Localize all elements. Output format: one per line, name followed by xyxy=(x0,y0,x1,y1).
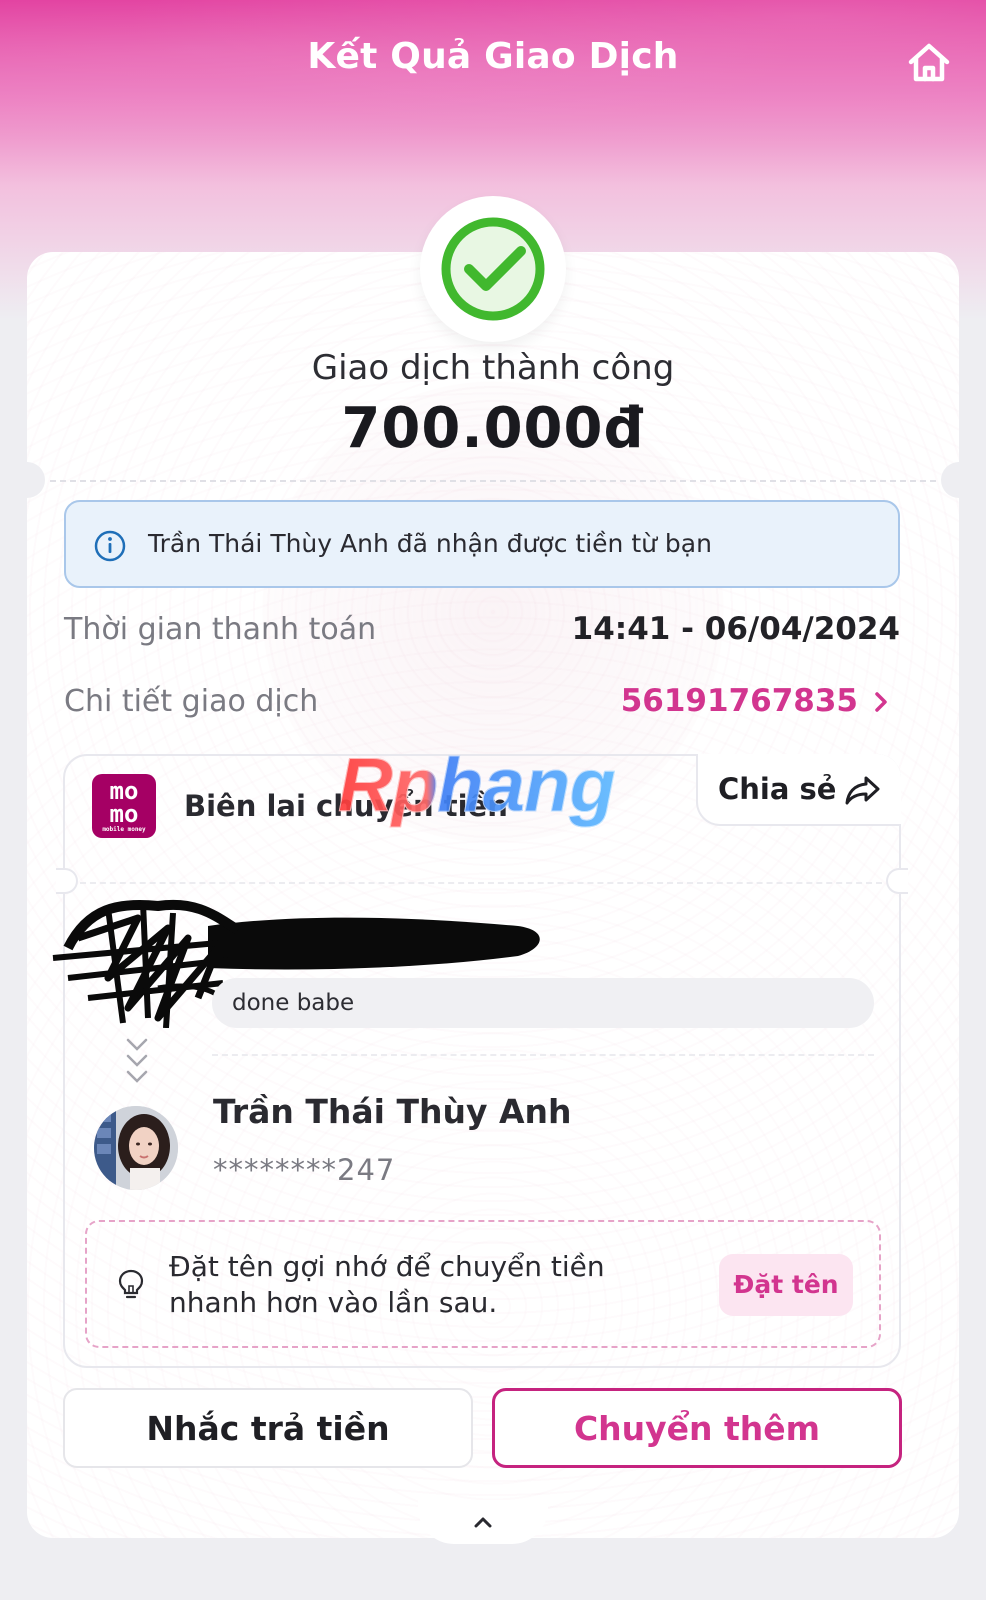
set-nickname-label: Đặt tên xyxy=(733,1270,839,1299)
success-badge xyxy=(420,196,566,342)
share-label: Chia sẻ xyxy=(718,772,837,806)
remind-payment-label: Nhắc trả tiền xyxy=(146,1409,390,1448)
momo-logo-subtext: mobile money xyxy=(102,826,146,833)
recipient-name: Trần Thái Thùy Anh xyxy=(213,1092,572,1131)
set-nickname-button[interactable]: Đặt tên xyxy=(719,1254,853,1316)
home-button[interactable] xyxy=(906,40,952,86)
chevron-right-icon[interactable] xyxy=(872,690,890,714)
receipt-divider xyxy=(212,1054,874,1056)
ticket-notch-right xyxy=(941,462,977,498)
chevron-up-icon[interactable] xyxy=(472,1514,494,1530)
message-text: done babe xyxy=(232,990,355,1016)
time-label: Thời gian thanh toán xyxy=(64,612,377,647)
transfer-more-label: Chuyển thêm xyxy=(573,1409,821,1448)
receipt-divider xyxy=(80,882,882,884)
tip-text: Đặt tên gợi nhớ để chuyển tiền xyxy=(169,1250,605,1283)
divider xyxy=(50,480,936,482)
avatar xyxy=(94,1106,178,1190)
momo-logo: mo mo mobile money xyxy=(92,774,156,838)
time-value: 14:41 - 06/04/2024 xyxy=(571,611,900,647)
message-bubble: done babe xyxy=(212,978,874,1028)
share-button[interactable]: Chia sẻ xyxy=(696,754,901,826)
home-icon xyxy=(908,43,950,82)
transaction-id-link[interactable]: 56191767835 xyxy=(621,683,858,719)
status-title: Giao dịch thành công xyxy=(311,348,675,388)
momo-logo-text: mo xyxy=(109,800,139,828)
transfer-more-button[interactable]: Chuyển thêm xyxy=(492,1388,902,1468)
share-arrow-icon xyxy=(845,776,880,805)
lightbulb-icon xyxy=(118,1269,144,1299)
info-banner: Trần Thái Thùy Anh đã nhận được tiền từ … xyxy=(64,500,900,588)
ticket-notch-left xyxy=(9,462,45,498)
recipient-photo xyxy=(94,1106,178,1190)
receipt-notch-right xyxy=(886,868,908,894)
transaction-detail-label: Chi tiết giao dịch xyxy=(64,684,319,719)
chevron-down-icon xyxy=(126,1038,148,1083)
recipient-account: ********247 xyxy=(213,1153,396,1187)
amount: 700.000đ xyxy=(341,396,645,461)
remind-payment-button[interactable]: Nhắc trả tiền xyxy=(63,1388,473,1468)
info-icon xyxy=(94,530,126,562)
info-text: Trần Thái Thùy Anh đã nhận được tiền từ … xyxy=(148,529,712,558)
nickname-tip: Đặt tên gợi nhớ để chuyển tiền nhanh hơn… xyxy=(85,1220,881,1348)
page-title: Kết Quả Giao Dịch xyxy=(307,36,679,77)
check-circle-icon xyxy=(441,217,545,321)
tip-text: nhanh hơn vào lần sau. xyxy=(169,1286,498,1319)
watermark: Rphang xyxy=(338,743,617,829)
